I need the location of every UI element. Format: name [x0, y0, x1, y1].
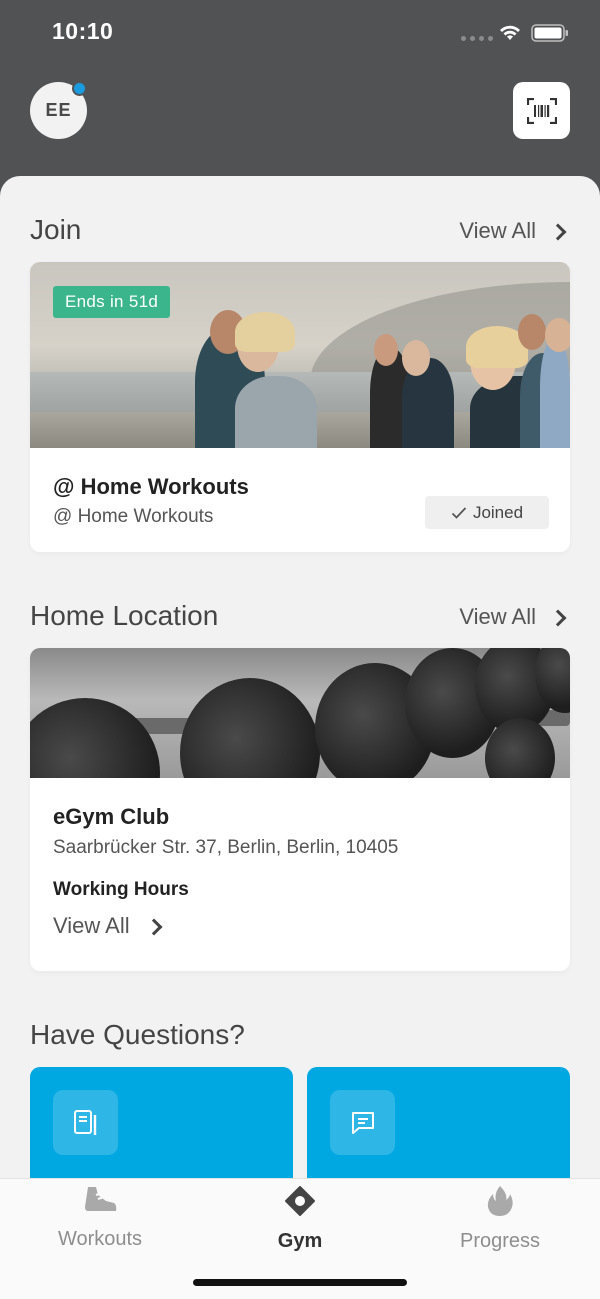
home-location-section-title: Home Location: [30, 600, 219, 631]
chevron-right-icon: [549, 223, 567, 241]
status-time: 10:10: [52, 18, 114, 44]
tab-workouts[interactable]: Workouts: [0, 1185, 200, 1251]
working-hours-label: Working Hours: [53, 879, 189, 900]
barcode-scan-button[interactable]: [513, 82, 570, 139]
challenge-subtitle: @ Home Workouts: [53, 506, 214, 527]
dumbbells-image: [30, 648, 570, 778]
flame-icon: [487, 1186, 513, 1216]
shoe-icon: [85, 1187, 117, 1211]
challenge-card[interactable]: Ends in 51d @ Home Workouts @ Home Worko…: [30, 262, 570, 552]
signal-icon: [461, 36, 493, 41]
home-location-view-all-link[interactable]: View All: [459, 604, 567, 630]
join-view-all-label: View All: [459, 218, 536, 243]
content-sheet: Join View All Ends in 51d @ Home Workout…: [0, 176, 600, 1299]
home-location-card[interactable]: eGym Club Saarbrücker Str. 37, Berlin, B…: [30, 648, 570, 971]
working-hours-view-all-label: View All: [53, 913, 130, 938]
chevron-right-icon: [145, 918, 163, 936]
tab-gym[interactable]: Gym: [200, 1185, 400, 1253]
challenge-title: @ Home Workouts: [53, 474, 249, 499]
tab-bar: Workouts Gym Progress: [0, 1178, 600, 1299]
checkmark-icon: [451, 506, 467, 519]
questions-section-title: Have Questions?: [30, 1019, 245, 1050]
book-icon: [73, 1109, 96, 1135]
join-view-all-link[interactable]: View All: [459, 218, 567, 244]
home-indicator[interactable]: [193, 1279, 407, 1286]
avatar-initials: EE: [45, 100, 72, 120]
tab-progress-label: Progress: [459, 1230, 541, 1252]
barcode-icon: [526, 97, 557, 124]
wifi-icon: [500, 25, 520, 40]
status-bar: 10:10: [0, 0, 600, 66]
gym-address: Saarbrücker Str. 37, Berlin, Berlin, 104…: [53, 837, 399, 858]
tab-workouts-label: Workouts: [57, 1228, 143, 1250]
runners-image: Ends in 51d: [30, 262, 570, 448]
home-location-view-all-label: View All: [459, 604, 536, 629]
gym-name: eGym Club: [53, 804, 170, 829]
ends-in-badge: Ends in 51d: [53, 286, 171, 318]
battery-icon: [531, 24, 568, 42]
tab-gym-label: Gym: [277, 1230, 323, 1252]
joined-label: Joined: [472, 502, 524, 522]
chevron-right-icon: [549, 609, 567, 627]
joined-status-badge: Joined: [425, 496, 549, 529]
chat-icon: [351, 1111, 374, 1134]
tab-progress[interactable]: Progress: [400, 1185, 600, 1253]
join-section-title: Join: [30, 214, 82, 245]
working-hours-view-all-link[interactable]: View All: [53, 913, 163, 939]
notification-dot: [72, 81, 87, 96]
location-pin-icon: [285, 1186, 315, 1216]
